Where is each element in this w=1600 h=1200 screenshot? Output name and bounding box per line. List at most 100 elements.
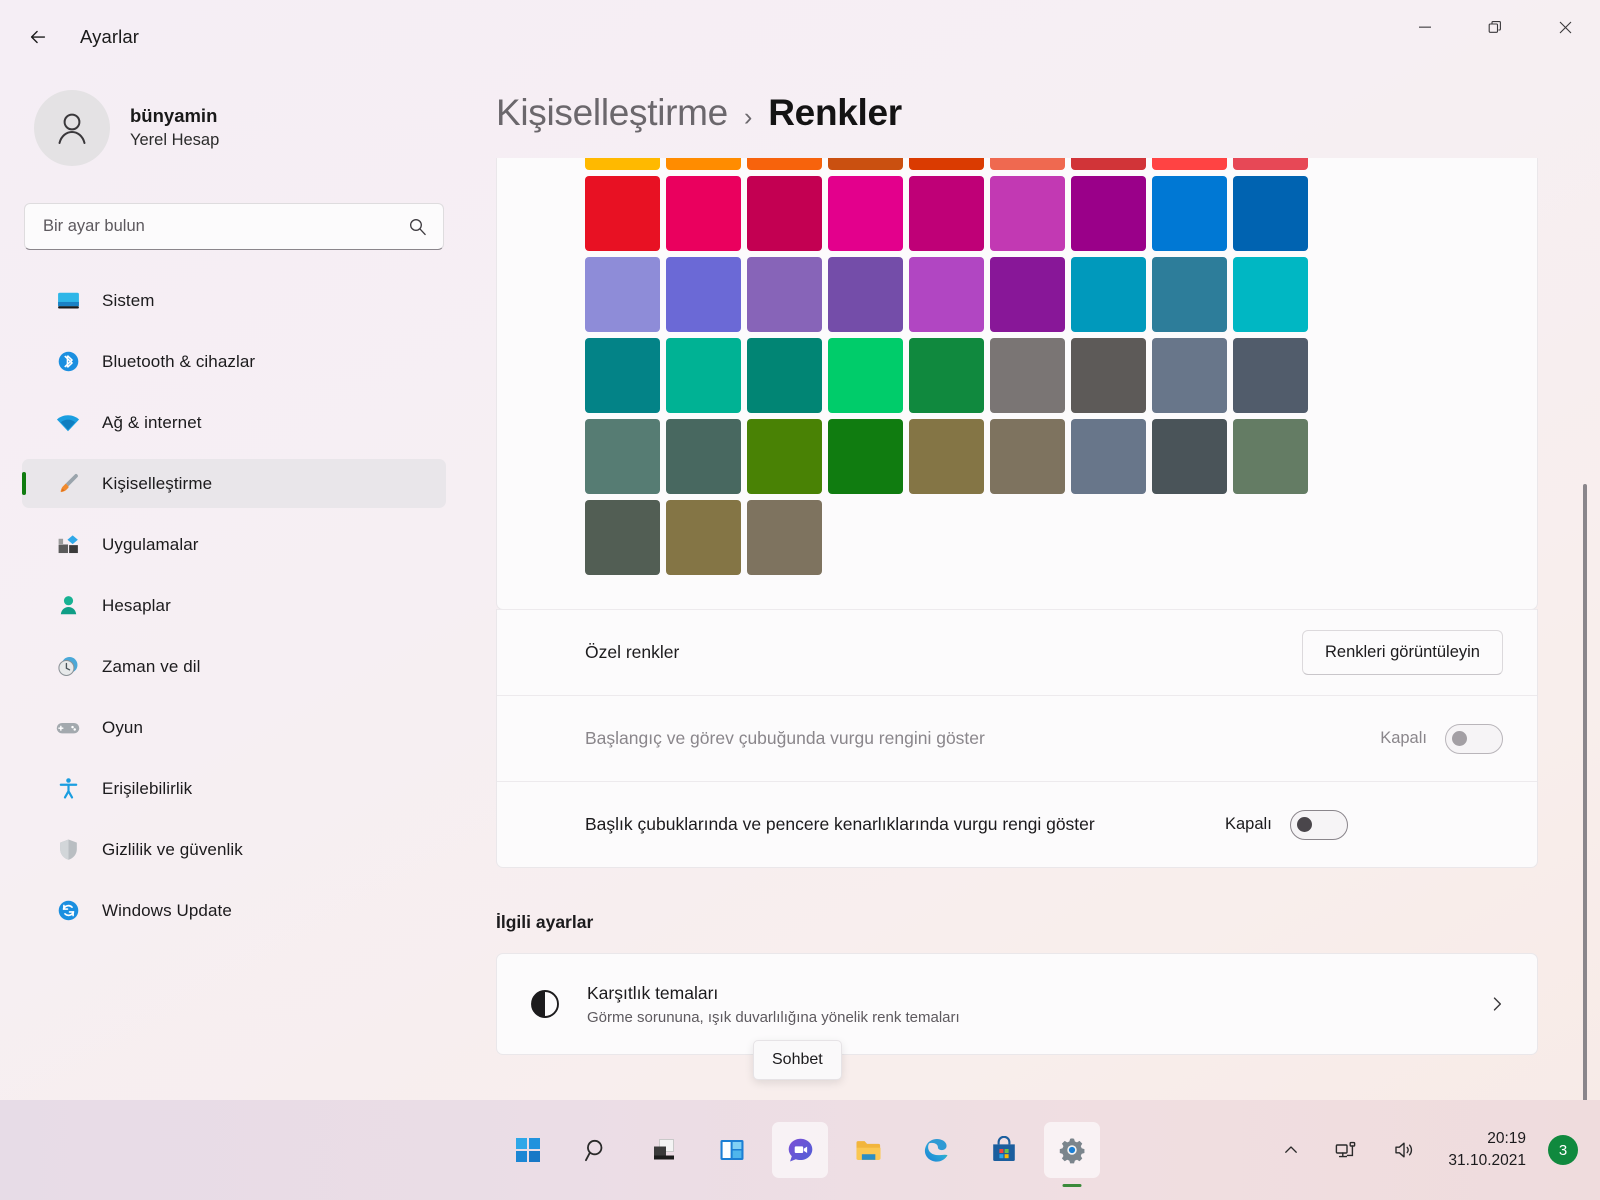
- notification-badge[interactable]: 3: [1548, 1135, 1578, 1165]
- apps-icon: [54, 532, 82, 558]
- search-button[interactable]: [568, 1122, 624, 1178]
- task-view-icon: [654, 1139, 674, 1160]
- accent-swatch[interactable]: [666, 419, 741, 494]
- accent-swatch[interactable]: [909, 158, 984, 170]
- accent-swatch[interactable]: [909, 176, 984, 251]
- accent-swatch[interactable]: [1071, 257, 1146, 332]
- accent-swatch[interactable]: [1071, 158, 1146, 170]
- accent-swatch[interactable]: [585, 338, 660, 413]
- gamepad-icon: [54, 715, 82, 741]
- contrast-themes-row[interactable]: Karşıtlık temaları Görme sorununa, ışık …: [497, 954, 1537, 1054]
- accent-swatch[interactable]: [666, 158, 741, 170]
- accent-swatch[interactable]: [1233, 338, 1308, 413]
- edge-button[interactable]: [908, 1122, 964, 1178]
- chat-button[interactable]: [772, 1122, 828, 1178]
- accent-swatch[interactable]: [747, 338, 822, 413]
- accent-swatch[interactable]: [747, 257, 822, 332]
- accent-swatch[interactable]: [666, 257, 741, 332]
- breadcrumb-parent[interactable]: Kişiselleştirme: [496, 92, 728, 134]
- accent-swatch[interactable]: [909, 257, 984, 332]
- accent-swatch[interactable]: [909, 419, 984, 494]
- sidebar-item-kisisellestirme[interactable]: Kişiselleştirme: [22, 459, 446, 508]
- accent-swatch[interactable]: [585, 176, 660, 251]
- accent-swatch[interactable]: [990, 419, 1065, 494]
- sidebar-item-ag-internet[interactable]: Ağ & internet: [22, 398, 446, 447]
- account-card[interactable]: bünyamin Yerel Hesap: [34, 90, 446, 166]
- accent-swatch[interactable]: [1152, 158, 1227, 170]
- sidebar-item-label: Oyun: [102, 717, 144, 737]
- settings-button[interactable]: [1044, 1122, 1100, 1178]
- close-button[interactable]: [1530, 0, 1600, 54]
- accent-swatch[interactable]: [747, 419, 822, 494]
- accent-swatch[interactable]: [585, 500, 660, 575]
- search-input[interactable]: [25, 204, 443, 249]
- contrast-themes-card[interactable]: Karşıtlık temaları Görme sorununa, ışık …: [496, 953, 1538, 1055]
- accent-swatch[interactable]: [828, 419, 903, 494]
- accent-swatch[interactable]: [1071, 338, 1146, 413]
- accent-swatch[interactable]: [666, 338, 741, 413]
- accent-swatch[interactable]: [585, 158, 660, 170]
- sidebar-item-hesaplar[interactable]: Hesaplar: [22, 581, 446, 630]
- accent-swatch[interactable]: [1071, 176, 1146, 251]
- accent-swatch[interactable]: [1152, 419, 1227, 494]
- chevron-up-icon: [1285, 1146, 1298, 1153]
- accent-swatch[interactable]: [666, 176, 741, 251]
- accent-swatch[interactable]: [990, 338, 1065, 413]
- accent-swatch[interactable]: [1152, 176, 1227, 251]
- back-button[interactable]: [18, 17, 58, 57]
- sidebar-nav: Sistem Bluetooth & cihazlar Ağ & interne…: [22, 276, 446, 935]
- sidebar-item-oyun[interactable]: Oyun: [22, 703, 446, 752]
- volume-button[interactable]: [1382, 1124, 1426, 1176]
- person-icon: [58, 113, 86, 144]
- scrollbar[interactable]: [1578, 224, 1592, 1174]
- sidebar-item-zaman-ve-dil[interactable]: Zaman ve dil: [22, 642, 446, 691]
- accent-swatch[interactable]: [585, 257, 660, 332]
- store-button[interactable]: [976, 1122, 1032, 1178]
- accent-swatch[interactable]: [747, 158, 822, 170]
- scrollbar-thumb[interactable]: [1583, 484, 1587, 1174]
- sidebar-item-sistem[interactable]: Sistem: [22, 276, 446, 325]
- accent-swatch[interactable]: [828, 176, 903, 251]
- accent-swatch[interactable]: [1152, 338, 1227, 413]
- accent-swatch[interactable]: [1071, 419, 1146, 494]
- accent-swatch[interactable]: [828, 257, 903, 332]
- accent-on-titlebars-toggle[interactable]: [1289, 809, 1348, 840]
- sidebar-item-bluetooth-cihazlar[interactable]: Bluetooth & cihazlar: [22, 337, 446, 386]
- accent-swatch[interactable]: [828, 158, 903, 170]
- minimize-button[interactable]: [1390, 0, 1460, 54]
- sidebar-item-windows-update[interactable]: Windows Update: [22, 886, 446, 935]
- clock[interactable]: 20:19 31.10.2021: [1440, 1128, 1534, 1173]
- accent-swatch[interactable]: [1152, 257, 1227, 332]
- accent-swatch[interactable]: [1233, 176, 1308, 251]
- tray-chevron-button[interactable]: [1272, 1124, 1310, 1176]
- accent-swatch[interactable]: [1233, 419, 1308, 494]
- widgets-button[interactable]: [704, 1122, 760, 1178]
- accent-swatch[interactable]: [909, 338, 984, 413]
- accent-swatch[interactable]: [828, 338, 903, 413]
- file-explorer-button[interactable]: [840, 1122, 896, 1178]
- accent-swatch[interactable]: [990, 257, 1065, 332]
- accent-swatch[interactable]: [747, 500, 822, 575]
- accent-swatch[interactable]: [747, 176, 822, 251]
- accent-swatch[interactable]: [990, 176, 1065, 251]
- minimize-icon: [1419, 26, 1431, 28]
- view-colors-button[interactable]: Renkleri görüntüleyin: [1301, 630, 1503, 675]
- accent-swatch[interactable]: [990, 158, 1065, 170]
- sidebar-item-gizlilik-ve-guvenlik[interactable]: Gizlilik ve güvenlik: [22, 825, 446, 874]
- task-view-button[interactable]: [636, 1122, 692, 1178]
- start-button[interactable]: [500, 1122, 556, 1178]
- sidebar-item-uygulamalar[interactable]: Uygulamalar: [22, 520, 446, 569]
- contrast-themes-subtitle: Görme sorununa, ışık duvarlılığına yönel…: [587, 1008, 960, 1026]
- restore-button[interactable]: [1460, 0, 1530, 54]
- accent-swatch[interactable]: [585, 419, 660, 494]
- accent-color-grid: [585, 158, 1537, 575]
- accent-swatch[interactable]: [1233, 257, 1308, 332]
- accent-swatch[interactable]: [666, 500, 741, 575]
- network-button[interactable]: [1324, 1124, 1368, 1176]
- window-controls: [1390, 0, 1600, 54]
- sidebar-item-erisilebilirlik[interactable]: Erişilebilirlik: [22, 764, 446, 813]
- search-box[interactable]: [24, 203, 444, 250]
- paintbrush-icon: [54, 471, 82, 497]
- accent-on-start-taskbar-toggle: [1445, 723, 1503, 754]
- accent-swatch[interactable]: [1233, 158, 1308, 170]
